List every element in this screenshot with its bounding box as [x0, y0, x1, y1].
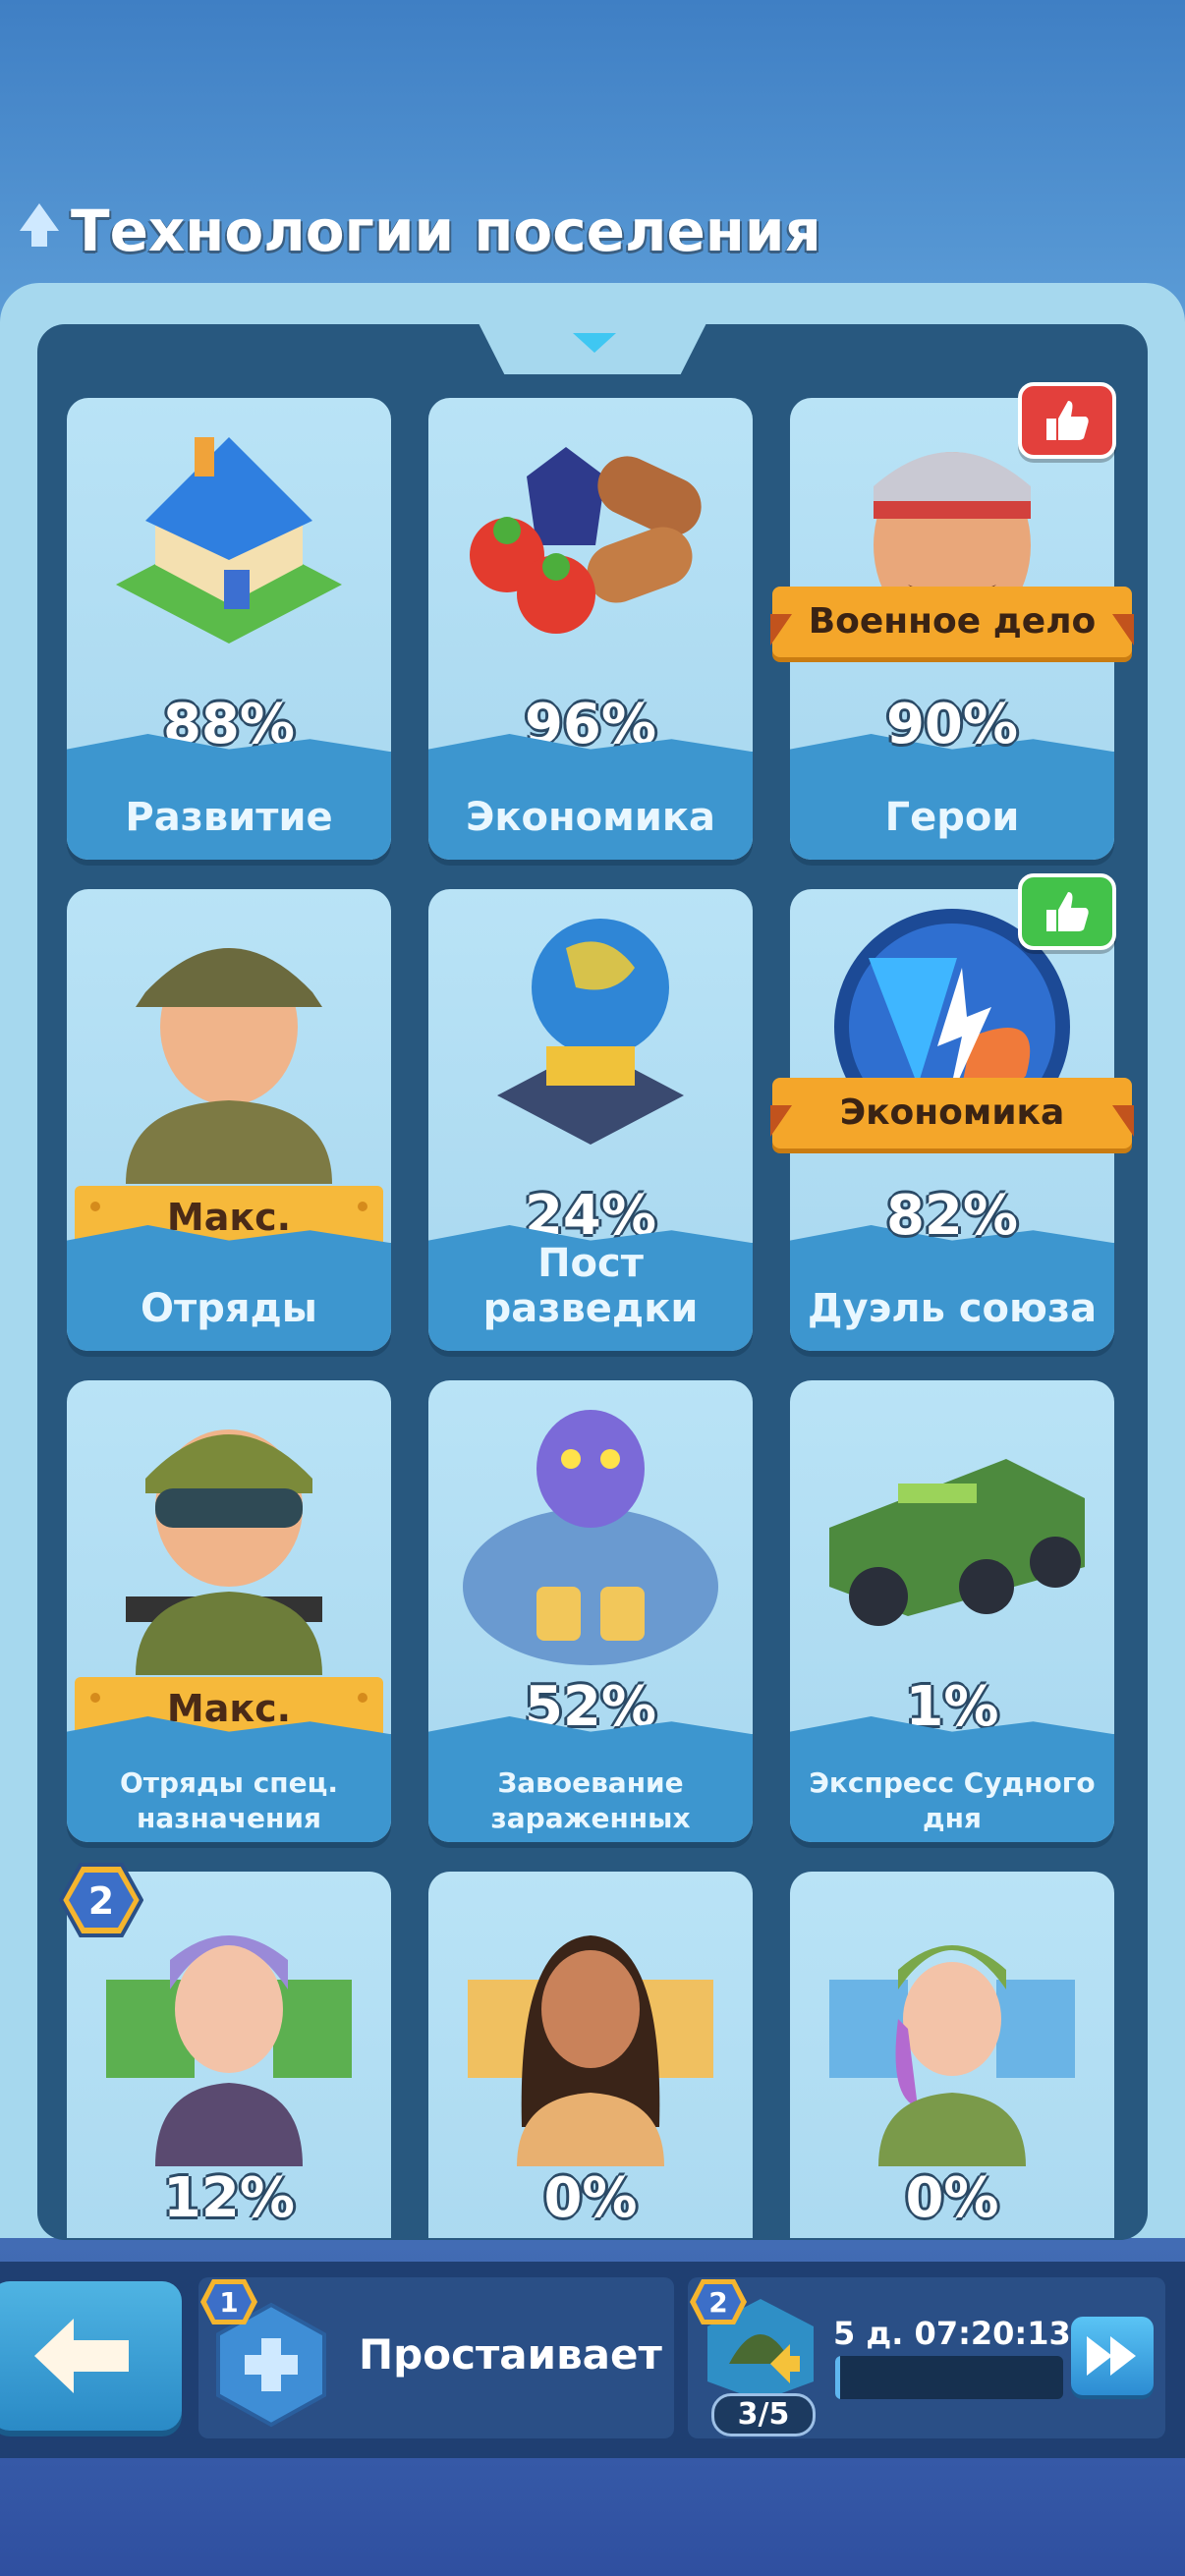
card-label: Экспресс Судного дня — [809, 1766, 1096, 1834]
chevron-down-icon — [573, 333, 616, 353]
slot-count: 3/5 — [711, 2393, 816, 2436]
progress-percent: 82% — [885, 1184, 1019, 1248]
back-button[interactable] — [0, 2281, 182, 2431]
card-label: Развитие — [125, 795, 333, 840]
slot-timer: 5 д. 07:20:13 — [833, 2315, 1071, 2352]
tech-card-conquest-infected[interactable]: 52% Завоевание зараженных — [428, 1380, 753, 1842]
card-label: Дуэль союза — [807, 1286, 1098, 1331]
soldier-icon — [126, 948, 332, 1184]
research-progress-bar — [835, 2356, 1063, 2399]
card-label: Отряды спец. назначения — [119, 1766, 339, 1834]
progress-percent: 12% — [162, 2166, 296, 2230]
tech-card-alliance-duel[interactable]: Экономика 82% Дуэль союза — [770, 873, 1134, 1351]
research-slot-1[interactable]: 1 Простаивает — [198, 2277, 674, 2438]
progress-percent: 0% — [543, 2166, 638, 2230]
thumbs-up-icon — [1046, 892, 1089, 931]
progress-percent: 90% — [885, 693, 1019, 756]
tech-card-heroes[interactable]: Военное дело 90% Герои — [770, 382, 1134, 860]
tech-card-special-forces[interactable]: Макс. Отряды спец. назначения — [67, 1380, 391, 1842]
slot-number-text: 2 — [708, 2286, 727, 2319]
back-arrow-icon — [34, 2319, 129, 2393]
tech-card-scout-post[interactable]: 24% Пост разведки — [428, 889, 753, 1351]
recommend-badge — [1018, 873, 1116, 950]
recommend-badge — [1018, 382, 1116, 459]
level-badge-text: 2 — [88, 1879, 114, 1923]
heroine-3-icon — [829, 1945, 1075, 2166]
special-forces-icon — [126, 1429, 322, 1675]
page-title: Технологии поселения — [71, 197, 821, 264]
level-badge: 2 — [59, 1863, 143, 1937]
globe-station-icon — [497, 919, 684, 1145]
tech-card-troops[interactable]: Макс. Отряды — [67, 889, 391, 1351]
card-label: Герои — [884, 795, 1020, 840]
category-banner: Экономика — [770, 1078, 1134, 1148]
row-clip: 12% 0% 0% — [37, 1862, 1148, 2238]
fast-forward-icon — [1087, 2336, 1136, 2376]
collapse-tab[interactable] — [477, 319, 708, 374]
slot-number-badge: 2 — [690, 2279, 747, 2324]
tech-card-economy[interactable]: 96% Экономика — [428, 398, 753, 860]
tech-card-heroine-2[interactable]: 0% — [428, 1872, 753, 2238]
tech-card-doomsday-express[interactable]: 1% Экспресс Судного дня — [790, 1380, 1114, 1842]
card-label: Пост разведки — [482, 1241, 699, 1331]
card-label: Завоевание зараженных — [490, 1766, 691, 1834]
resources-icon — [470, 447, 702, 634]
slot-number-badge: 1 — [200, 2279, 257, 2324]
card-label: Отряды — [141, 1286, 317, 1331]
category-banner: Военное дело — [770, 587, 1134, 657]
house-icon — [116, 437, 342, 644]
slot-number-text: 1 — [219, 2286, 238, 2319]
tech-card-development[interactable]: 88% Развитие — [67, 398, 391, 860]
speed-up-button[interactable] — [1071, 2317, 1154, 2395]
tech-card-heroine-3[interactable]: 0% — [790, 1872, 1114, 2238]
truck-icon — [829, 1459, 1085, 1626]
thumbs-up-icon — [1046, 401, 1089, 440]
zombie-icon — [463, 1410, 718, 1665]
card-label: Экономика — [466, 795, 715, 840]
tree-icon — [20, 203, 59, 247]
title-bar: Технологии поселения — [18, 192, 1099, 270]
heroine-2-icon — [468, 1935, 713, 2166]
progress-percent: 0% — [905, 2166, 999, 2230]
research-progress-fill — [835, 2356, 840, 2399]
slot-status: Простаивает — [359, 2330, 662, 2379]
